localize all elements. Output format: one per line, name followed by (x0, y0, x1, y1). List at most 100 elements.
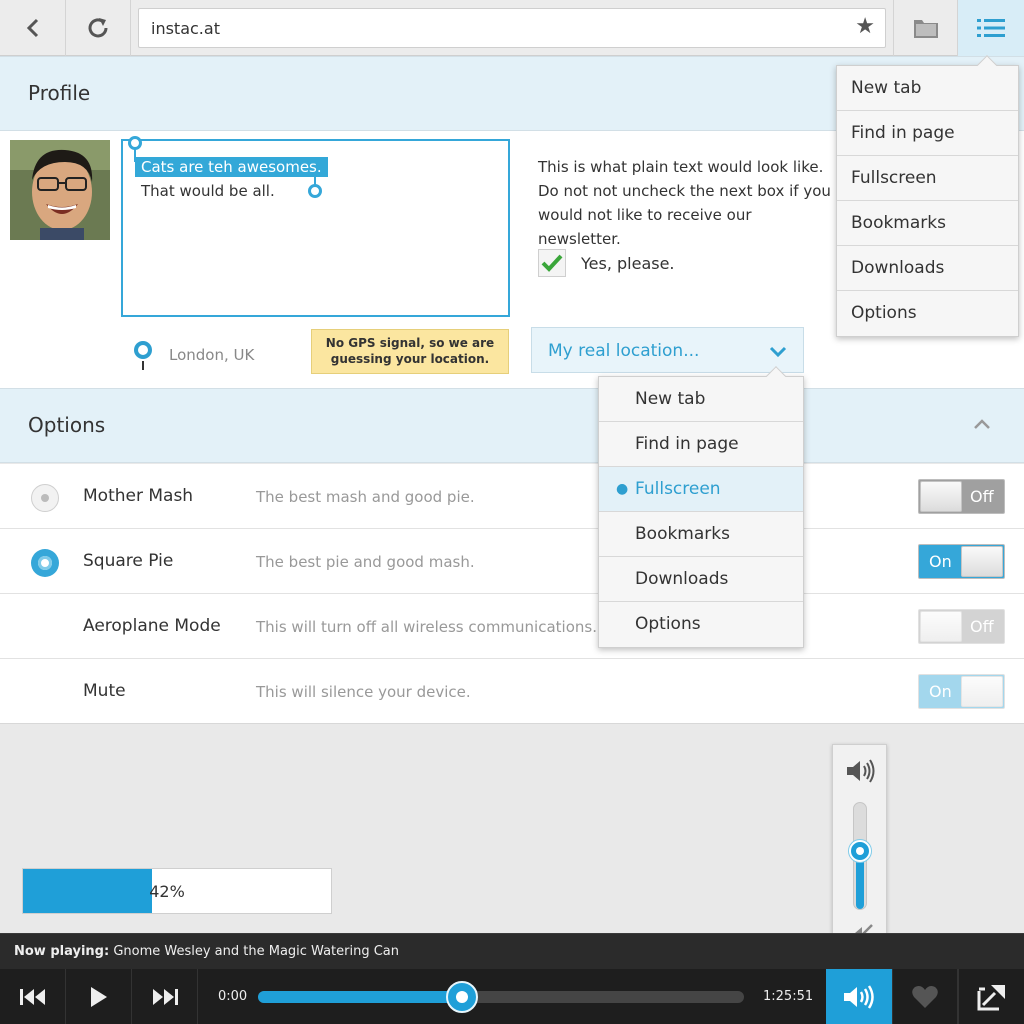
back-button[interactable] (0, 0, 66, 56)
dropdown-item-options[interactable]: Options (599, 602, 803, 647)
gps-note: No GPS signal, so we are guessing your l… (311, 329, 509, 374)
browser-toolbar: instac.at ★ (0, 0, 1024, 56)
next-icon (152, 988, 178, 1005)
toggle-knob (920, 611, 962, 642)
toggle-label: Off (970, 617, 994, 636)
next-button[interactable] (132, 969, 198, 1024)
folder-icon (913, 20, 938, 38)
checkmark-icon (541, 254, 563, 272)
option-name: Mute (83, 681, 126, 701)
track-title: Gnome Wesley and the Magic Watering Can (113, 944, 400, 959)
star-icon[interactable]: ★ (855, 16, 875, 38)
location-select[interactable]: My real location... (531, 327, 804, 373)
fullscreen-button[interactable] (958, 969, 1024, 1024)
option-name: Square Pie (83, 551, 174, 571)
progress-bar: 42% (22, 868, 332, 914)
option-row[interactable]: Square Pie The best pie and good mash. O… (0, 529, 1024, 594)
current-time: 0:00 (218, 989, 248, 1004)
profile-title: Profile (28, 81, 91, 105)
media-player: 0:00 1:25:51 (0, 969, 1024, 1024)
reload-icon (88, 18, 108, 38)
now-playing-text: Now playing: Gnome Wesley and the Magic … (14, 944, 399, 959)
play-button[interactable] (66, 969, 132, 1024)
options-title: Options (28, 413, 106, 437)
dropdown-item-downloads[interactable]: Downloads (599, 557, 803, 602)
dropdown-item-label: Bookmarks (635, 524, 730, 544)
option-description: The best pie and good mash. (256, 553, 475, 571)
location-city: London, UK (169, 346, 255, 364)
toggle-knob (961, 676, 1003, 707)
play-icon (90, 986, 107, 1007)
avatar[interactable] (10, 140, 110, 240)
back-icon (26, 18, 38, 38)
location-dropdown-menu: New tab Find in page ● Fullscreen Bookmar… (598, 366, 804, 648)
option-name: Mother Mash (83, 486, 194, 506)
dropdown-item-bookmarks[interactable]: Bookmarks (599, 512, 803, 557)
selected-bullet-icon: ● (616, 481, 629, 497)
toggle-switch[interactable]: Off (918, 479, 1005, 514)
dropdown-item-label: Options (635, 614, 701, 634)
newsletter-checkbox[interactable] (538, 249, 566, 277)
volume-button[interactable] (826, 969, 892, 1024)
toggle-switch[interactable]: On (918, 674, 1005, 709)
volume-slider-knob[interactable] (849, 839, 871, 862)
checkbox-label: Yes, please. (581, 254, 675, 273)
selection-end-handle[interactable] (308, 184, 322, 198)
options-list: Mother Mash The best mash and good pie. … (0, 464, 1024, 724)
menu-button[interactable] (958, 0, 1024, 56)
toggle-switch[interactable]: On (918, 544, 1005, 579)
option-row[interactable]: Mute This will silence your device. On (0, 659, 1024, 723)
menu-item-downloads[interactable]: Downloads (837, 246, 1018, 291)
toggle-knob (961, 546, 1003, 577)
now-playing-label: Now playing: (14, 944, 110, 959)
options-header[interactable]: Options (0, 388, 1024, 463)
option-description: This will silence your device. (256, 683, 471, 701)
toggle-label: On (929, 552, 952, 571)
textarea-line[interactable]: That would be all. (141, 182, 275, 200)
option-description: This will turn off all wireless communic… (256, 618, 597, 636)
radio-mother-mash[interactable] (31, 484, 59, 512)
seek-fill (258, 991, 463, 1003)
option-row[interactable]: Mother Mash The best mash and good pie. … (0, 464, 1024, 529)
heart-icon (912, 985, 938, 1008)
url-bar[interactable]: instac.at ★ (138, 8, 886, 48)
location-pin-icon (131, 339, 155, 375)
chevron-up-icon[interactable] (972, 417, 992, 431)
now-playing-bar: Now playing: Gnome Wesley and the Magic … (0, 933, 1024, 969)
folder-button[interactable] (893, 0, 958, 56)
selection-start-handle[interactable] (128, 136, 142, 150)
seek-knob[interactable] (446, 981, 479, 1013)
chevron-down-icon (769, 346, 787, 358)
total-time: 1:25:51 (763, 989, 814, 1004)
fullscreen-icon (977, 984, 1005, 1010)
menu-item-options[interactable]: Options (837, 291, 1018, 336)
reload-button[interactable] (66, 0, 131, 56)
dropdown-item-find-in-page[interactable]: Find in page (599, 422, 803, 467)
plain-text: This is what plain text would look like.… (538, 158, 831, 248)
menu-item-find-in-page[interactable]: Find in page (837, 111, 1018, 156)
menu-item-new-tab[interactable]: New tab (837, 66, 1018, 111)
location-select-value: My real location... (548, 341, 700, 361)
radio-square-pie[interactable] (31, 549, 59, 577)
toggle-label: Off (970, 487, 994, 506)
favorite-button[interactable] (892, 969, 958, 1024)
dropdown-item-label: Find in page (635, 434, 739, 454)
menu-item-fullscreen[interactable]: Fullscreen (837, 156, 1018, 201)
previous-button[interactable] (0, 969, 66, 1024)
option-row[interactable]: Aeroplane Mode This will turn off all wi… (0, 594, 1024, 659)
dropdown-item-new-tab[interactable]: New tab (599, 377, 803, 422)
profile-textarea[interactable]: Cats are teh awesomes. That would be all… (121, 136, 510, 317)
menu-item-bookmarks[interactable]: Bookmarks (837, 201, 1018, 246)
dropdown-item-label: New tab (635, 389, 706, 409)
previous-icon (19, 988, 45, 1005)
volume-up-icon[interactable] (845, 757, 877, 785)
toggle-knob (920, 481, 962, 512)
progress-label: 42% (149, 882, 185, 901)
selected-text[interactable]: Cats are teh awesomes. (135, 157, 328, 177)
url-text[interactable]: instac.at (151, 19, 220, 38)
toggle-switch[interactable]: Off (918, 609, 1005, 644)
dropdown-item-fullscreen[interactable]: ● Fullscreen (599, 467, 803, 512)
option-name: Aeroplane Mode (83, 616, 221, 636)
seek-bar[interactable] (258, 981, 744, 1013)
dropdown-item-label: Downloads (635, 569, 729, 589)
